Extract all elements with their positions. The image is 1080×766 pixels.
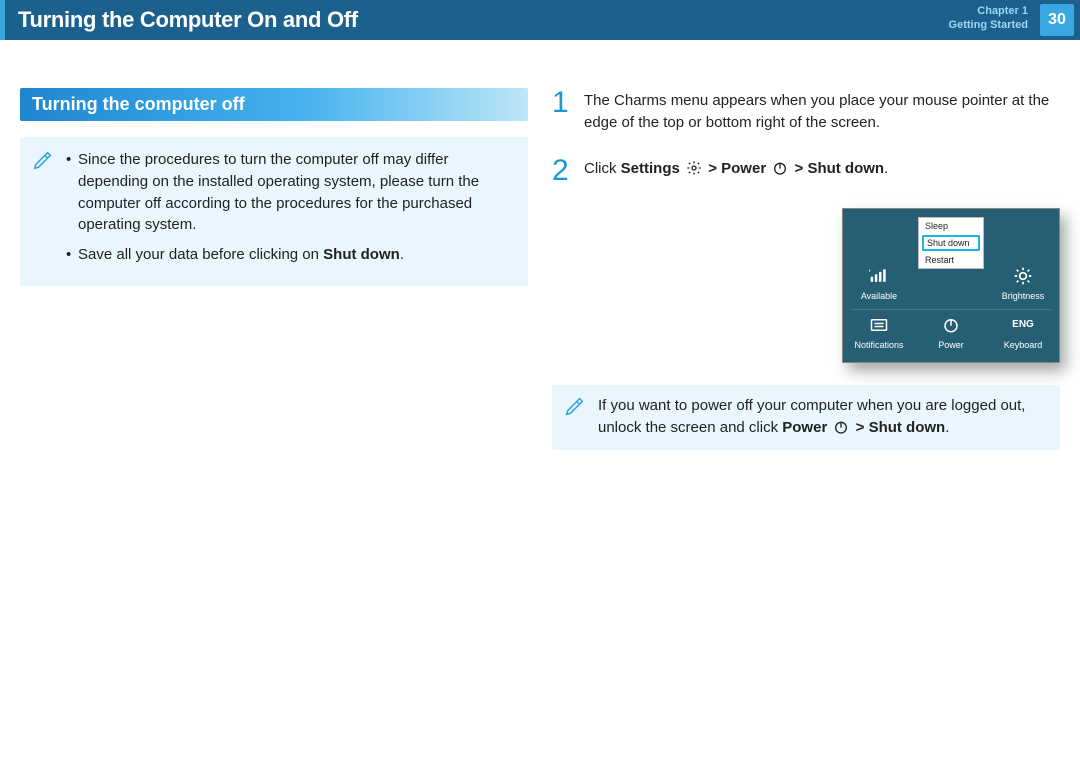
step-2-settings: Settings [621, 160, 680, 177]
tip-shutdown: Shut down [869, 419, 946, 436]
step-2-number: 2 [552, 156, 574, 186]
wifi-icon: * [844, 265, 914, 287]
notifications-icon [844, 314, 914, 336]
page-number: 30 [1040, 4, 1074, 36]
chapter-label: Chapter 1 Getting Started [949, 4, 1028, 33]
step-2-power: Power [721, 160, 766, 177]
tip-box: If you want to power off your computer w… [552, 385, 1060, 450]
charms-power-popup-cell: Sleep Shut down Restart [916, 217, 986, 279]
step-2-gt2: > [790, 160, 807, 177]
keyboard-lang-label: ENG [988, 314, 1058, 336]
right-column: 1 The Charms menu appears when you place… [552, 88, 1060, 450]
step-1-number: 1 [552, 88, 574, 134]
step-1: 1 The Charms menu appears when you place… [552, 88, 1060, 134]
charms-available-label: Available [844, 291, 914, 301]
charms-brightness-label: Brightness [988, 291, 1058, 301]
tip-post: . [945, 419, 949, 436]
power-icon [772, 160, 788, 176]
tip-icon [564, 395, 586, 425]
step-2-pre: Click [584, 160, 621, 177]
charms-keyboard: ENG Keyboard [988, 310, 1058, 358]
header-accent [0, 0, 5, 40]
left-column: Turning the computer off Since the proce… [20, 88, 528, 450]
note-bullet-1: Since the procedures to turn the compute… [66, 149, 510, 236]
charms-notifications: Notifications [844, 310, 914, 358]
note-bullet-2-pre: Save all your data before clicking on [78, 246, 323, 263]
charms-power-icon [916, 314, 986, 336]
note-bullet-2-strong: Shut down [323, 246, 400, 263]
step-2: 2 Click Settings > Power > Shut down. [552, 156, 1060, 186]
page-title: Turning the Computer On and Off [18, 7, 358, 33]
content-area: Turning the computer off Since the proce… [0, 40, 1080, 450]
gear-icon [686, 160, 702, 176]
step-2-post: . [884, 160, 888, 177]
charms-brightness: Brightness [988, 217, 1058, 309]
power-option-shutdown: Shut down [922, 235, 980, 251]
charms-notifications-label: Notifications [844, 340, 914, 350]
section-heading: Turning the computer off [20, 88, 528, 121]
tip-gt: > [851, 419, 868, 436]
charms-available: * Available [844, 217, 914, 309]
charms-power-label: Power [916, 340, 986, 350]
note-icon [32, 149, 54, 178]
tip-power: Power [782, 419, 827, 436]
note-box: Since the procedures to turn the compute… [20, 137, 528, 286]
note-bullet-2: Save all your data before clicking on Sh… [66, 244, 510, 266]
chapter-line-2: Getting Started [949, 18, 1028, 32]
page-header: Turning the Computer On and Off Chapter … [0, 0, 1080, 40]
charms-row-top: * Available Sleep Shut down Restart Brig [843, 217, 1059, 309]
step-1-text: The Charms menu appears when you place y… [584, 88, 1060, 134]
brightness-icon [988, 265, 1058, 287]
power-popup: Sleep Shut down Restart [918, 217, 984, 269]
svg-text:*: * [869, 268, 871, 277]
step-2-shutdown: Shut down [807, 160, 884, 177]
power-option-restart: Restart [919, 252, 983, 268]
charms-panel-screenshot: * Available Sleep Shut down Restart Brig [842, 208, 1060, 363]
step-2-text: Click Settings > Power > Shut down. [584, 156, 1060, 186]
chapter-line-1: Chapter 1 [949, 4, 1028, 18]
power-option-sleep: Sleep [919, 218, 983, 234]
charms-keyboard-label: Keyboard [988, 340, 1058, 350]
step-2-gt1: > [704, 160, 721, 177]
tip-power-icon [833, 419, 849, 435]
note-bullet-2-post: . [400, 246, 404, 263]
charms-row-bottom: Notifications Power ENG Keyboard [843, 310, 1059, 358]
charms-power: Power [916, 310, 986, 358]
